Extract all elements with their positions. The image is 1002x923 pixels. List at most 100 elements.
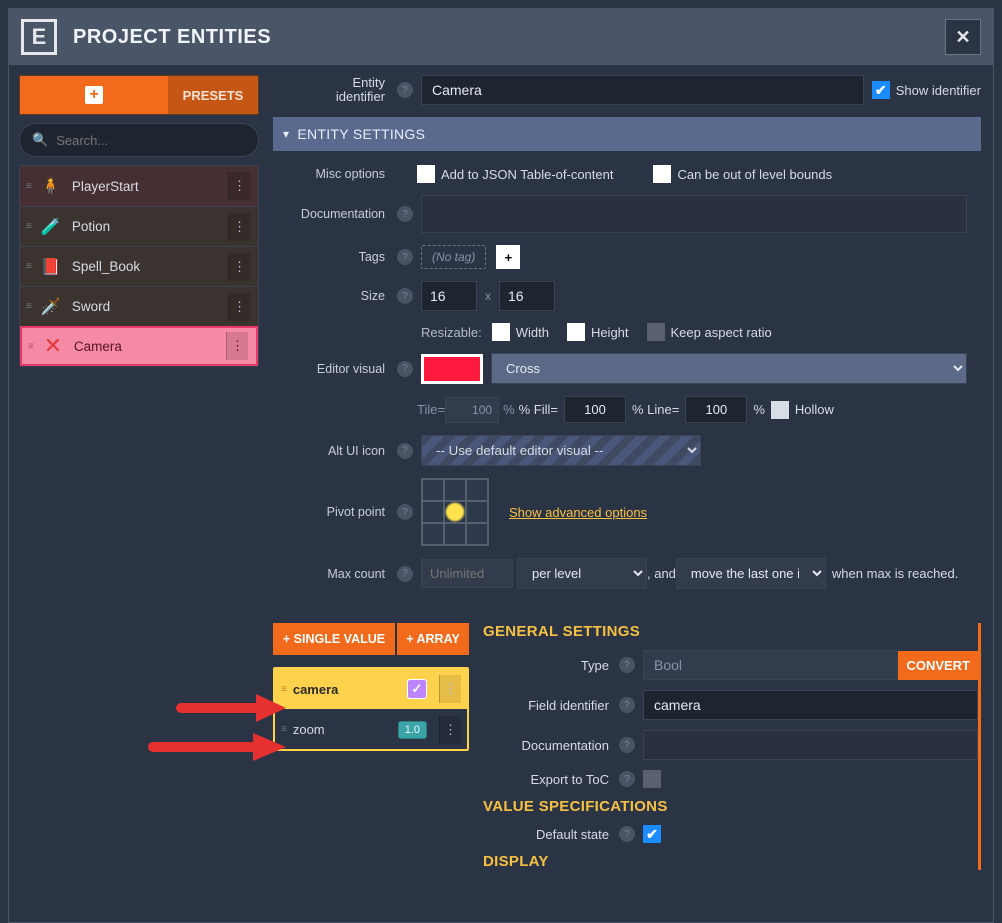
color-swatch[interactable] <box>421 354 483 384</box>
entity-menu-button[interactable]: ⋮ <box>228 293 250 321</box>
close-button[interactable]: ✕ <box>945 19 981 55</box>
help-icon[interactable]: ? <box>619 771 635 787</box>
entity-settings-header[interactable]: ▾ ENTITY SETTINGS <box>273 117 981 151</box>
entity-item-camera[interactable]: ≡ ✕ Camera ⋮ <box>20 326 258 366</box>
identifier-label: Entity identifier <box>273 76 393 105</box>
max-behavior-select[interactable]: move the last one i <box>676 558 826 589</box>
resizable-width-checkbox[interactable] <box>492 323 510 341</box>
entity-menu-button[interactable]: ⋮ <box>228 213 250 241</box>
field-item-camera[interactable]: ≡ camera ✓ ⋮ <box>275 669 467 709</box>
add-single-value-button[interactable]: + SINGLE VALUE <box>273 623 395 655</box>
entity-menu-button[interactable]: ⋮ <box>228 253 250 281</box>
advanced-options-link[interactable]: Show advanced options <box>509 505 647 520</box>
drag-handle-icon[interactable]: ≡ <box>281 684 285 695</box>
shape-select[interactable]: Cross <box>491 353 967 384</box>
help-icon[interactable]: ? <box>619 826 635 842</box>
field-badge-num: 1.0 <box>398 721 427 739</box>
size-height-input[interactable] <box>499 281 555 311</box>
entity-label: Potion <box>72 219 110 234</box>
resizable-label: Resizable: <box>421 325 482 340</box>
entity-label: PlayerStart <box>72 179 139 194</box>
help-icon[interactable]: ? <box>397 566 413 582</box>
pivot-grid[interactable] <box>421 478 489 546</box>
add-entity-tab[interactable]: + <box>20 76 168 114</box>
entity-label: Spell_Book <box>72 259 140 274</box>
search-box[interactable]: 🔍 <box>19 123 259 157</box>
line-input[interactable] <box>685 396 747 423</box>
max-scope-select[interactable]: per level <box>517 558 647 589</box>
help-icon[interactable]: ? <box>397 82 413 98</box>
help-icon[interactable]: ? <box>397 249 413 265</box>
drag-handle-icon[interactable]: ≡ <box>28 341 32 352</box>
help-icon[interactable]: ? <box>619 697 635 713</box>
default-state-checkbox[interactable]: ✔ <box>643 825 661 843</box>
main-panel: Entity identifier ? ✔ Show identifier ▾ … <box>269 65 993 922</box>
tile-label: Tile= <box>417 402 445 417</box>
entity-item-potion[interactable]: ≡ 🧪 Potion ⋮ <box>20 206 258 246</box>
convert-button[interactable]: CONVERT <box>898 651 978 680</box>
json-toc-checkbox[interactable] <box>417 165 435 183</box>
presets-tab[interactable]: PRESETS <box>168 76 258 114</box>
tile-input <box>445 397 499 423</box>
alt-icon-select[interactable]: -- Use default editor visual -- <box>421 435 701 466</box>
hollow-checkbox[interactable] <box>771 401 789 419</box>
entity-icon: 🧍 <box>40 175 62 197</box>
size-separator: x <box>485 289 491 303</box>
field-identifier-input[interactable] <box>643 690 978 720</box>
tags-label: Tags <box>273 250 393 264</box>
hollow-label: Hollow <box>795 402 834 417</box>
pivot-label: Pivot point <box>273 505 393 519</box>
help-icon[interactable]: ? <box>619 657 635 673</box>
keep-aspect-checkbox[interactable] <box>647 323 665 341</box>
resizable-height-checkbox[interactable] <box>567 323 585 341</box>
keep-aspect-label: Keep aspect ratio <box>671 325 772 340</box>
max-count-input[interactable] <box>421 559 513 588</box>
max-and: , and <box>647 566 676 581</box>
entity-list: ≡ 🧍 PlayerStart ⋮ ≡ 🧪 Potion ⋮ ≡ 📕 Spell… <box>19 165 259 367</box>
pivot-center[interactable] <box>444 501 466 523</box>
drag-handle-icon[interactable]: ≡ <box>281 724 285 735</box>
field-doc-label: Documentation <box>483 738 615 753</box>
show-identifier-checkbox[interactable]: ✔ <box>872 81 890 99</box>
help-icon[interactable]: ? <box>397 504 413 520</box>
field-item-zoom[interactable]: ≡ zoom 1.0 ⋮ <box>275 709 467 749</box>
add-tag-button[interactable]: + <box>496 245 520 269</box>
sidebar: + PRESETS 🔍 ≡ 🧍 PlayerStart ⋮ ≡ 🧪 Poti <box>9 65 269 922</box>
field-doc-input[interactable] <box>643 730 978 760</box>
help-icon[interactable]: ? <box>397 206 413 222</box>
type-label: Type <box>483 658 615 673</box>
field-menu-button[interactable]: ⋮ <box>439 675 461 703</box>
search-input[interactable] <box>56 133 246 148</box>
help-icon[interactable]: ? <box>397 288 413 304</box>
size-width-input[interactable] <box>421 281 477 311</box>
help-icon[interactable]: ? <box>619 737 635 753</box>
window-title: PROJECT ENTITIES <box>73 26 271 49</box>
drag-handle-icon[interactable]: ≡ <box>26 301 30 312</box>
help-icon[interactable]: ? <box>397 443 413 459</box>
add-array-button[interactable]: + ARRAY <box>397 623 469 655</box>
documentation-input[interactable] <box>421 195 967 233</box>
entity-menu-button[interactable]: ⋮ <box>226 332 248 360</box>
identifier-row: Entity identifier ? ✔ Show identifier <box>273 75 981 105</box>
max-count-label: Max count <box>273 567 393 581</box>
export-toc-label: Export to ToC <box>483 772 615 787</box>
identifier-input[interactable] <box>421 75 864 105</box>
drag-handle-icon[interactable]: ≡ <box>26 221 30 232</box>
close-icon: ✕ <box>955 27 970 48</box>
export-toc-checkbox[interactable] <box>643 770 661 788</box>
field-menu-button[interactable]: ⋮ <box>439 716 461 744</box>
entity-menu-button[interactable]: ⋮ <box>228 172 250 200</box>
entity-item-sword[interactable]: ≡ 🗡️ Sword ⋮ <box>20 286 258 326</box>
entity-item-playerstart[interactable]: ≡ 🧍 PlayerStart ⋮ <box>20 166 258 206</box>
drag-handle-icon[interactable]: ≡ <box>26 261 30 272</box>
entity-item-spellbook[interactable]: ≡ 📕 Spell_Book ⋮ <box>20 246 258 286</box>
show-identifier-label: Show identifier <box>896 83 981 98</box>
value-spec-header: VALUE SPECIFICATIONS <box>483 798 978 815</box>
out-of-bounds-checkbox[interactable] <box>653 165 671 183</box>
drag-handle-icon[interactable]: ≡ <box>26 181 30 192</box>
default-state-label: Default state <box>483 827 615 842</box>
fill-label: % Fill= <box>519 402 558 417</box>
help-icon[interactable]: ? <box>397 361 413 377</box>
no-tag-chip[interactable]: (No tag) <box>421 245 486 269</box>
fill-input[interactable] <box>564 396 626 423</box>
